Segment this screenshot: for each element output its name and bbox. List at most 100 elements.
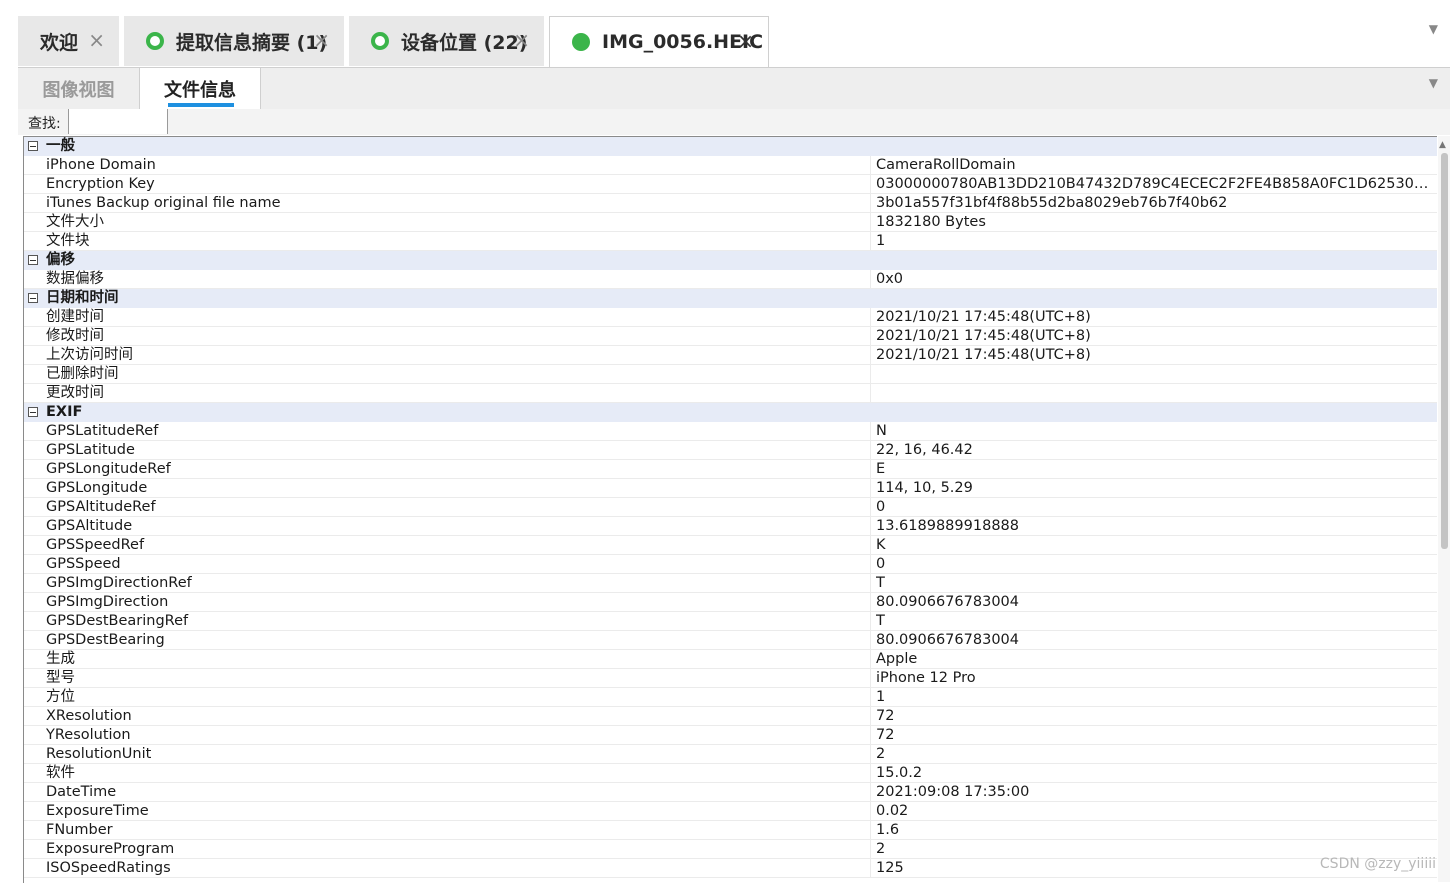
file-info-grid[interactable]: 一般 iPhone Domain CameraRollDomain Encryptio… (23, 136, 1437, 883)
tab-img-0056[interactable]: IMG_0056.HEIC × (549, 16, 769, 67)
property-row[interactable]: YResolution 72 (24, 726, 1437, 745)
property-name: ExposureProgram (46, 841, 175, 857)
property-row[interactable]: 修改时间 2021/10/21 17:45:48(UTC+8) (24, 327, 1437, 346)
collapse-minus-icon[interactable] (28, 141, 38, 151)
search-label: 查找: (28, 116, 61, 132)
property-row[interactable]: 型号 iPhone 12 Pro (24, 669, 1437, 688)
property-row[interactable]: XResolution 72 (24, 707, 1437, 726)
property-row[interactable]: ResolutionUnit 2 (24, 745, 1437, 764)
property-name: DateTime (46, 784, 117, 800)
property-row[interactable]: 文件块 1 (24, 232, 1437, 251)
property-row[interactable]: 文件大小 1832180 Bytes (24, 213, 1437, 232)
property-row[interactable]: GPSLatitude 22, 16, 46.42 (24, 441, 1437, 460)
section-header[interactable]: 日期和时间 (24, 289, 1437, 308)
property-name: FNumber (46, 822, 113, 838)
property-row[interactable]: 方位 1 (24, 688, 1437, 707)
property-value: 0 (876, 499, 886, 515)
property-name: 已删除时间 (46, 366, 119, 382)
property-value: 72 (876, 727, 895, 743)
column-divider (870, 688, 871, 707)
close-icon[interactable]: × (313, 28, 330, 52)
close-icon[interactable]: × (737, 29, 754, 53)
property-row[interactable]: 数据偏移 0x0 (24, 270, 1437, 289)
property-row[interactable]: GPSImgDirectionRef T (24, 574, 1437, 593)
section-header[interactable]: 一般 (24, 137, 1437, 156)
column-divider (870, 707, 871, 726)
property-row[interactable]: ExposureTime 0.02 (24, 802, 1437, 821)
property-value: 1832180 Bytes (876, 214, 986, 230)
column-divider (870, 327, 871, 346)
section-header[interactable]: EXIF (24, 403, 1437, 422)
watermark: CSDN @zzy_yiiiii (1319, 856, 1436, 872)
column-divider (870, 156, 871, 175)
property-name: GPSLongitudeRef (46, 461, 171, 477)
property-row[interactable]: 软件 15.0.2 (24, 764, 1437, 783)
property-name: 生成 (46, 651, 75, 667)
column-divider (870, 726, 871, 745)
collapse-minus-icon[interactable] (28, 293, 38, 303)
property-value: 03000000780AB13DD210B47432D789C4ECEC2F2F… (876, 176, 1432, 192)
property-name: GPSSpeedRef (46, 537, 145, 553)
column-divider (870, 593, 871, 612)
tab-extraction-summary[interactable]: 提取信息摘要 (1) × (124, 16, 344, 66)
property-row[interactable]: GPSSpeed 0 (24, 555, 1437, 574)
column-divider (870, 517, 871, 536)
property-value: 2021:09:08 17:35:00 (876, 784, 1030, 800)
property-name: GPSLatitude (46, 442, 135, 458)
property-name: XResolution (46, 708, 132, 724)
property-name: ExposureTime (46, 803, 149, 819)
column-divider (870, 631, 871, 650)
property-row[interactable]: 创建时间 2021/10/21 17:45:48(UTC+8) (24, 308, 1437, 327)
property-row[interactable]: GPSAltitudeRef 0 (24, 498, 1437, 517)
property-row[interactable]: ISOSpeedRatings 125 (24, 859, 1437, 878)
property-value: Apple (876, 651, 918, 667)
column-divider (870, 669, 871, 688)
property-row[interactable]: Encryption Key 03000000780AB13DD210B47432… (24, 175, 1437, 194)
status-dot-icon (572, 33, 590, 51)
arrow-up-icon[interactable]: ▲ (1439, 140, 1446, 150)
search-input[interactable] (68, 109, 168, 134)
chevron-down-icon[interactable]: ▼ (1429, 22, 1438, 36)
vertical-scrollbar[interactable]: ▲ (1438, 136, 1450, 882)
property-row[interactable]: iTunes Backup original file name 3b01a557… (24, 194, 1437, 213)
column-divider (870, 384, 871, 403)
property-value: 3b01a557f31bf4f88b55d2ba8029eb76b7f40b62 (876, 195, 1228, 211)
property-row[interactable]: ExposureProgram 2 (24, 840, 1437, 859)
property-row[interactable]: 更改时间 (24, 384, 1437, 403)
property-row[interactable]: GPSAltitude 13.6189889918888 (24, 517, 1437, 536)
scrollbar-thumb[interactable] (1441, 153, 1448, 549)
property-row[interactable]: iPhone Domain CameraRollDomain (24, 156, 1437, 175)
collapse-minus-icon[interactable] (28, 407, 38, 417)
column-divider (870, 175, 871, 194)
tab-image-view[interactable]: 图像视图 (18, 68, 139, 110)
property-row[interactable]: GPSLatitudeRef N (24, 422, 1437, 441)
property-row[interactable]: GPSDestBearing 80.0906676783004 (24, 631, 1437, 650)
column-divider (870, 536, 871, 555)
property-name: GPSSpeed (46, 556, 121, 572)
tab-welcome[interactable]: 欢迎 × (18, 16, 119, 66)
property-row[interactable]: GPSSpeedRef K (24, 536, 1437, 555)
property-row[interactable]: GPSDestBearingRef T (24, 612, 1437, 631)
section-title: 偏移 (46, 252, 75, 268)
column-divider (870, 498, 871, 517)
collapse-minus-icon[interactable] (28, 255, 38, 265)
property-name: GPSImgDirectionRef (46, 575, 192, 591)
property-row[interactable]: 生成 Apple (24, 650, 1437, 669)
property-row[interactable]: GPSImgDirection 80.0906676783004 (24, 593, 1437, 612)
property-row[interactable]: GPSLongitude 114, 10, 5.29 (24, 479, 1437, 498)
property-value: 114, 10, 5.29 (876, 480, 973, 496)
property-value: 1 (876, 233, 886, 249)
property-value: 13.6189889918888 (876, 518, 1019, 534)
property-row[interactable]: GPSLongitudeRef E (24, 460, 1437, 479)
property-row[interactable]: FNumber 1.6 (24, 821, 1437, 840)
section-header[interactable]: 偏移 (24, 251, 1437, 270)
property-value: 2 (876, 746, 886, 762)
property-row[interactable]: 已删除时间 (24, 365, 1437, 384)
close-icon[interactable]: × (513, 28, 530, 52)
close-icon[interactable]: × (88, 28, 105, 52)
tab-device-location[interactable]: 设备位置 (22) × (349, 16, 544, 66)
chevron-down-icon[interactable]: ▼ (1429, 76, 1438, 90)
property-row[interactable]: DateTime 2021:09:08 17:35:00 (24, 783, 1437, 802)
property-row[interactable]: 上次访问时间 2021/10/21 17:45:48(UTC+8) (24, 346, 1437, 365)
tab-file-info[interactable]: 文件信息 (139, 68, 261, 110)
